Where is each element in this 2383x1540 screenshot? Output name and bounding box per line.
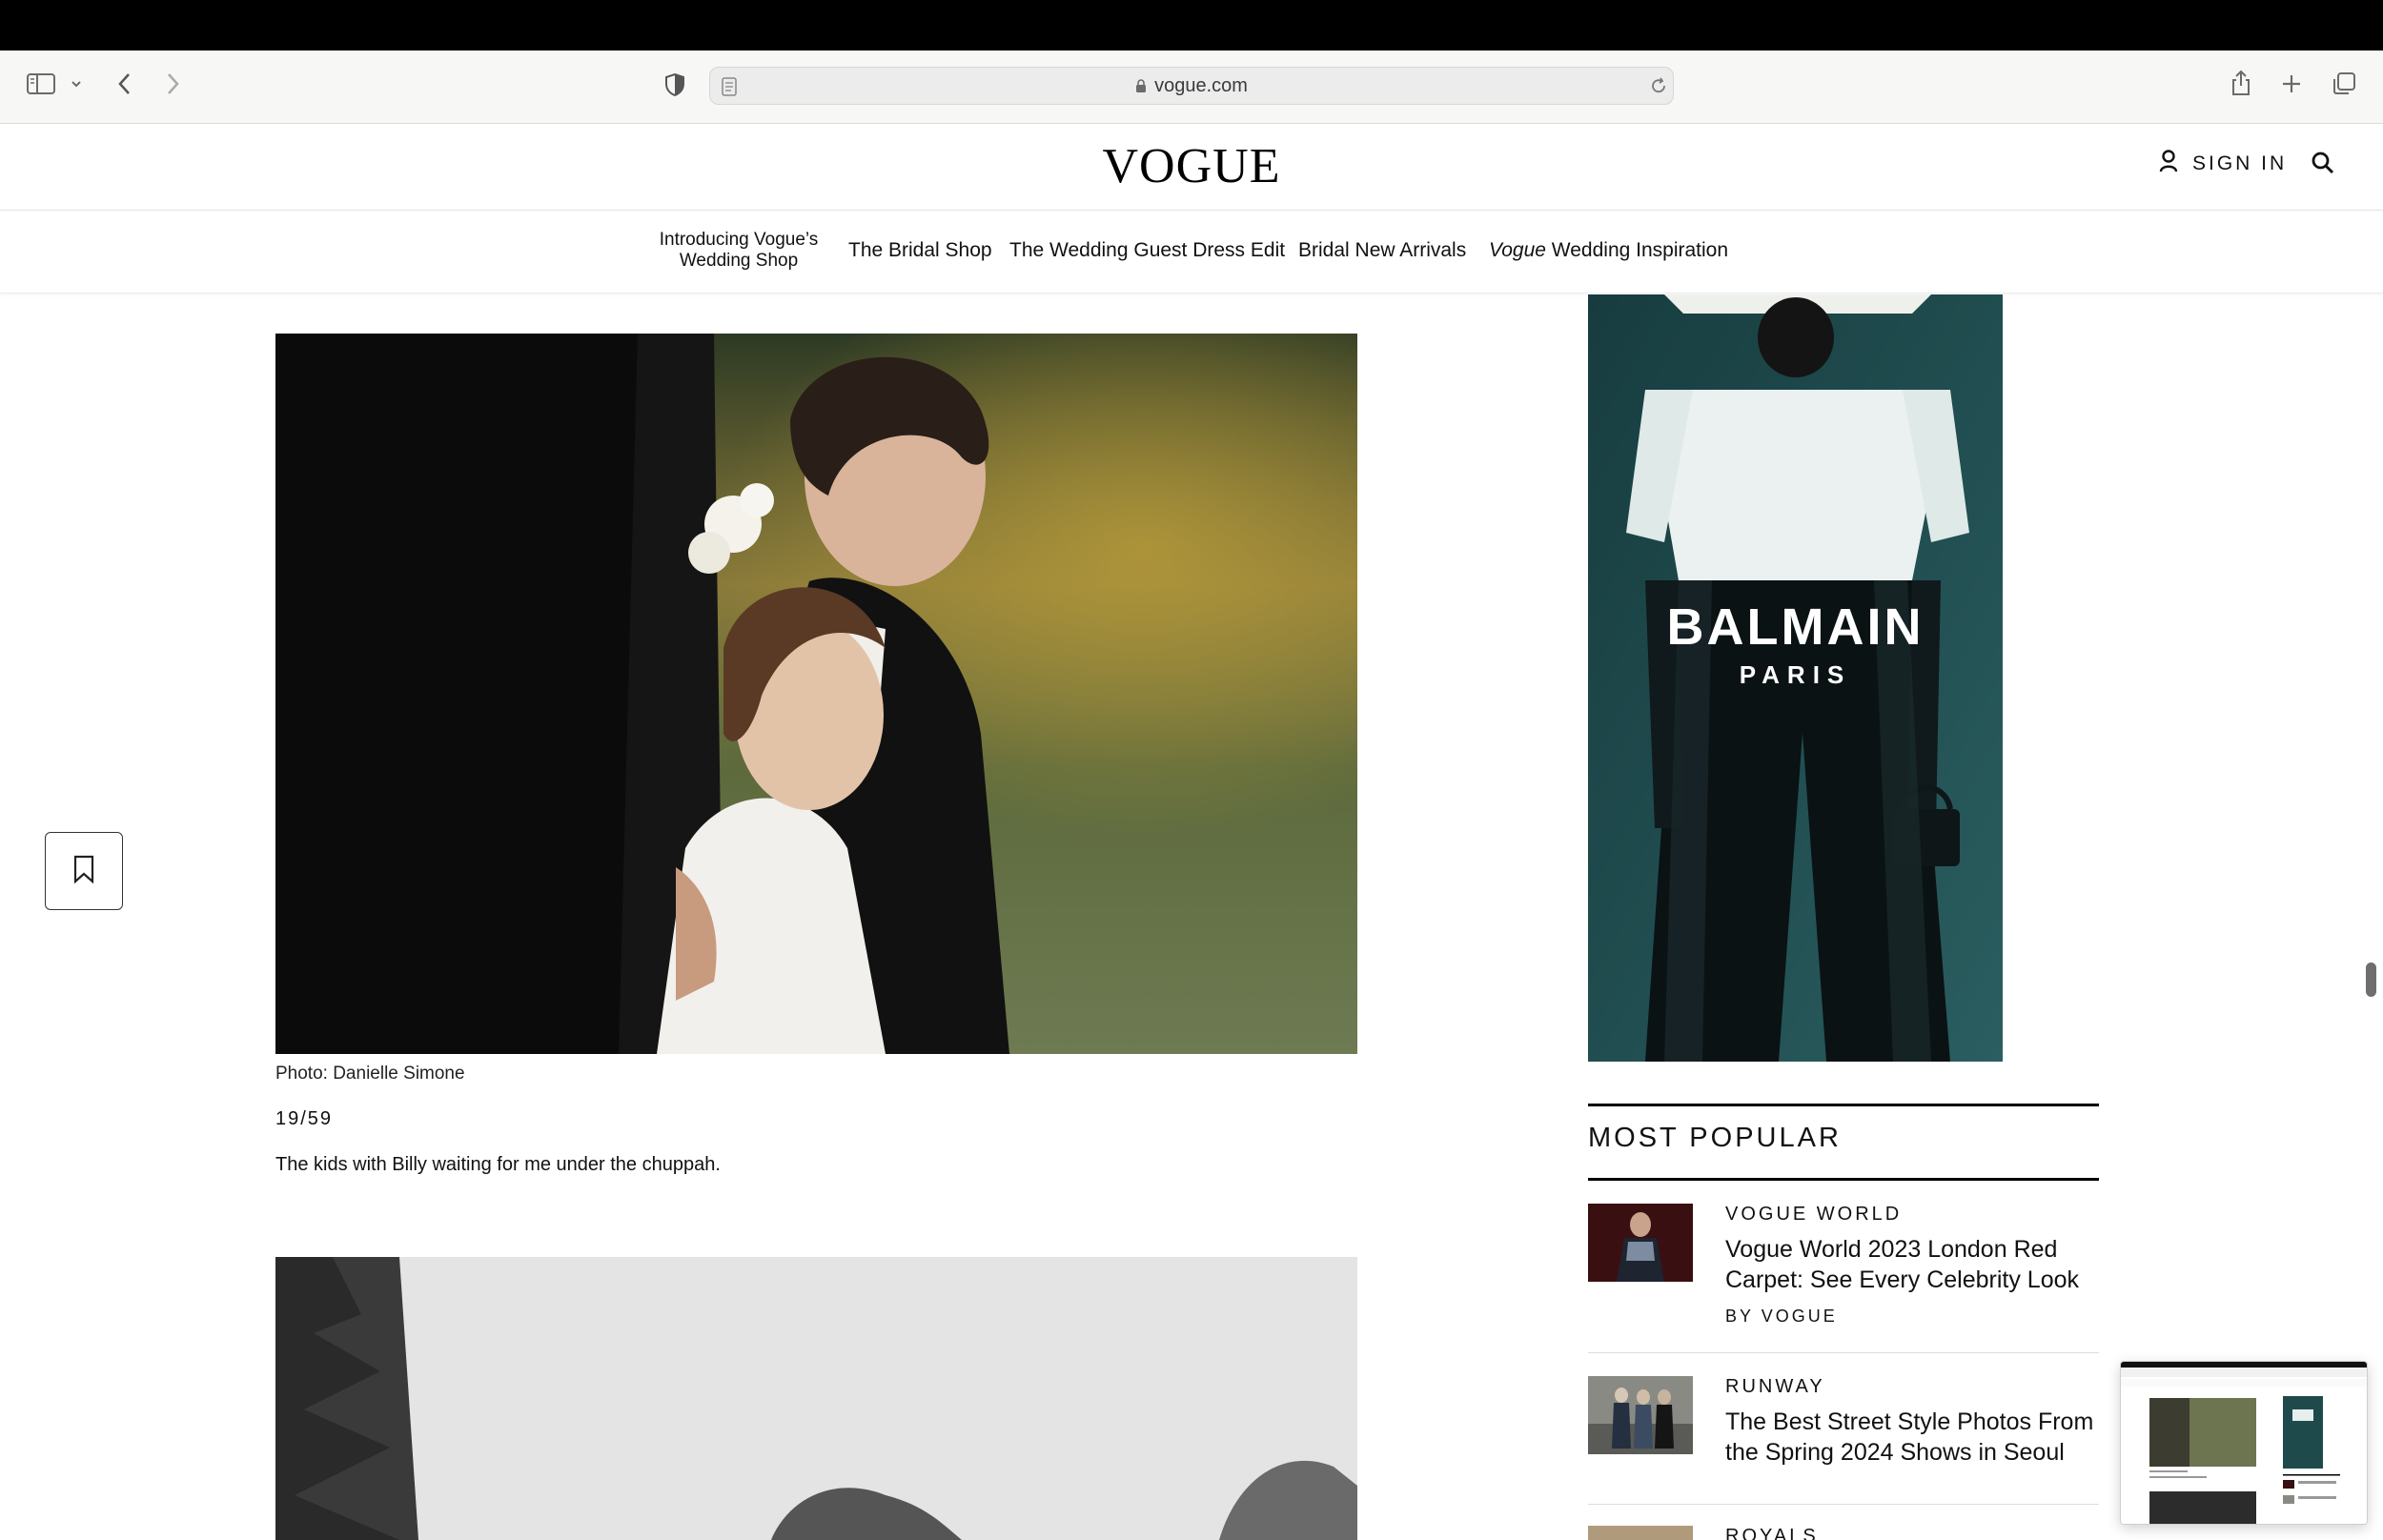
balmain-advertisement[interactable]: BALMAIN PARIS (1588, 294, 2003, 1062)
nav-item-line1: Introducing Vogue’s (659, 230, 819, 250)
site-header: VOGUE SIGN IN (0, 124, 2383, 211)
most-popular-top-rule (1588, 1104, 2099, 1106)
popular-item-category[interactable]: ROYALS (1725, 1526, 1819, 1540)
vogue-logo[interactable]: VOGUE (1096, 137, 1287, 196)
popular-item-byline: BY VOGUE (1725, 1307, 1838, 1326)
popular-divider (1588, 1352, 2099, 1353)
popular-item-category[interactable]: VOGUE WORLD (1725, 1204, 1902, 1226)
tabs-overview-icon[interactable] (2332, 71, 2356, 96)
bookmark-icon (71, 855, 96, 888)
nav-item-label: Wedding Inspiration (1551, 239, 1729, 261)
new-tab-icon[interactable] (2281, 73, 2302, 94)
section-nav: Introducing Vogue’s Wedding Shop The Bri… (0, 211, 2383, 294)
most-popular-bottom-rule (1588, 1178, 2099, 1181)
lock-icon (1135, 78, 1147, 93)
popular-item[interactable]: RUNWAY The Best Street Style Photos From… (1588, 1376, 2099, 1500)
nav-item-wedding-inspiration[interactable]: Vogue Wedding Inspiration (1489, 240, 1728, 261)
most-popular-title: MOST POPULAR (1588, 1123, 1842, 1153)
popular-item[interactable]: VOGUE WORLD Vogue World 2023 London Red … (1588, 1204, 2099, 1337)
share-icon[interactable] (2230, 70, 2251, 96)
page-scrollbar[interactable] (2366, 962, 2376, 997)
forward-icon[interactable] (164, 71, 181, 96)
nav-item-wedding-shop[interactable]: Introducing Vogue’s Wedding Shop (652, 230, 825, 272)
nav-item-italic: Vogue (1489, 239, 1546, 261)
article-photo-landscape[interactable] (275, 1257, 1357, 1540)
popular-item-thumbnail[interactable] (1588, 1204, 1693, 1282)
url-text: vogue.com (1154, 74, 1248, 96)
sign-in-label: SIGN IN (2192, 152, 2288, 174)
popular-item[interactable]: ROYALS (1588, 1526, 2099, 1540)
popular-item-headline[interactable]: The Best Street Style Photos From the Sp… (1725, 1407, 2099, 1468)
popular-item-thumbnail[interactable] (1588, 1526, 1693, 1540)
nav-item-line2: Wedding Shop (679, 251, 799, 271)
reload-icon[interactable] (1650, 77, 1667, 94)
nav-item-bridal-new-arrivals[interactable]: Bridal New Arrivals (1298, 240, 1466, 261)
nav-item-bridal-shop[interactable]: The Bridal Shop (848, 240, 992, 261)
privacy-shield-icon[interactable] (664, 72, 685, 97)
sign-in-button[interactable]: SIGN IN (2158, 145, 2287, 183)
window-preview-thumbnail[interactable] (2120, 1361, 2368, 1525)
ad-brand-sub: PARIS (1739, 660, 1852, 689)
save-bookmark-button[interactable] (45, 832, 123, 910)
popular-item-thumbnail[interactable] (1588, 1376, 1693, 1454)
chevron-down-icon[interactable] (71, 79, 82, 89)
popular-item-headline[interactable]: Vogue World 2023 London Red Carpet: See … (1725, 1234, 2099, 1295)
slide-counter: 19/59 (275, 1108, 334, 1129)
popular-item-category[interactable]: RUNWAY (1725, 1376, 1825, 1398)
top-black-bar (0, 0, 2383, 51)
browser-toolbar: vogue.com (0, 51, 2383, 124)
slide-description: The kids with Billy waiting for me under… (275, 1154, 721, 1175)
search-icon[interactable] (2311, 151, 2335, 180)
sidebar-icon[interactable] (27, 73, 55, 94)
address-bar[interactable]: vogue.com (709, 67, 1674, 105)
url-display[interactable]: vogue.com (710, 68, 1673, 104)
person-icon (2158, 149, 2179, 179)
popular-divider (1588, 1504, 2099, 1505)
ad-brand-name: BALMAIN (1666, 598, 1925, 656)
nav-item-wedding-guest[interactable]: The Wedding Guest Dress Edit (1009, 240, 1285, 261)
back-icon[interactable] (116, 71, 133, 96)
photo-credit: Photo: Danielle Simone (275, 1064, 465, 1084)
article-photo-kids[interactable] (275, 334, 1357, 1054)
